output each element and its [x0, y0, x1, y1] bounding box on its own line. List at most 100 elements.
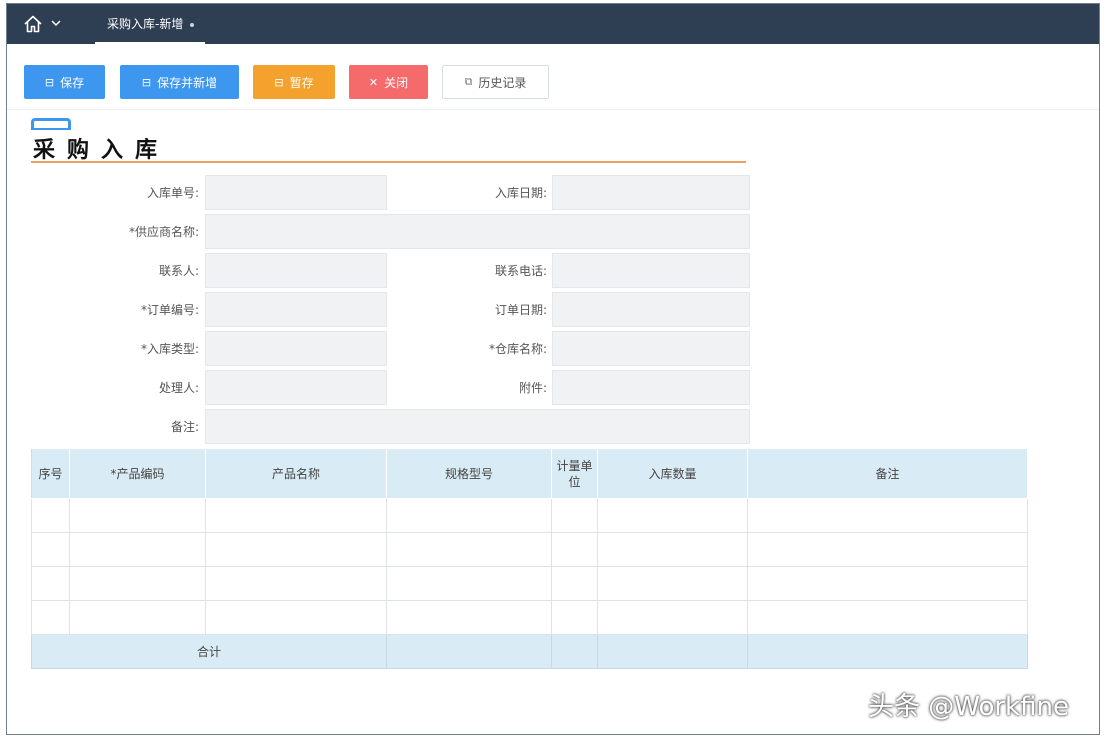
tab-modified-dot: [190, 23, 195, 27]
tab-purchase-inbound-new[interactable]: 采购入库-新增: [95, 4, 205, 44]
table-cell[interactable]: [747, 532, 1028, 567]
save-icon: ⊟: [274, 75, 284, 89]
history-icon: ⧉: [464, 75, 473, 88]
col-header-remark: 备注: [747, 448, 1028, 499]
table-cell[interactable]: [205, 498, 387, 533]
tab-label: 采购入库-新增: [107, 16, 184, 31]
table-cell[interactable]: [551, 498, 598, 533]
save-and-new-button-label: 保存并新增: [157, 75, 218, 90]
entry-date-field[interactable]: [552, 175, 750, 210]
table-cell[interactable]: [747, 566, 1028, 601]
toolbar: ⊟ 保存 ⊟ 保存并新增 ⊟ 暂存 ✕ 关闭 ⧉ 历史记录: [7, 44, 1099, 110]
contact-label: 联系人:: [158, 264, 199, 278]
table-cell[interactable]: [386, 532, 552, 567]
entry-date-label: 入库日期:: [494, 186, 547, 200]
entry-no-field[interactable]: [205, 175, 387, 210]
save-button-label: 保存: [60, 75, 85, 90]
table-row: [31, 498, 1028, 533]
table-cell[interactable]: [551, 566, 598, 601]
table-cell[interactable]: [386, 498, 552, 533]
table-cell[interactable]: [551, 532, 598, 567]
table-total-row: 合计: [31, 634, 1028, 669]
save-and-new-button[interactable]: ⊟ 保存并新增: [120, 65, 239, 99]
close-button[interactable]: ✕ 关闭: [349, 65, 428, 99]
close-icon: ✕: [368, 75, 379, 89]
handler-label: 处理人:: [158, 381, 199, 395]
order-no-field[interactable]: [205, 292, 387, 327]
title-decoration: [31, 118, 71, 130]
warehouse-field[interactable]: [552, 331, 750, 366]
table-cell[interactable]: [69, 532, 206, 567]
phone-field[interactable]: [552, 253, 750, 288]
col-header-spec: 规格型号: [386, 448, 552, 499]
total-cell: [597, 634, 748, 669]
app-window: 采购入库-新增 ⊟ 保存 ⊟ 保存并新增 ⊟ 暂存 ✕ 关闭 ⧉ 历史记录 采购…: [6, 3, 1100, 735]
table-cell[interactable]: [205, 532, 387, 567]
page-title: 采购入库: [33, 138, 170, 163]
close-button-label: 关闭: [384, 75, 409, 90]
table-cell[interactable]: [551, 600, 598, 635]
total-cell: [747, 634, 1028, 669]
save-icon: ⊟: [141, 75, 152, 89]
table-cell[interactable]: [597, 498, 748, 533]
table-cell[interactable]: [386, 566, 552, 601]
warehouse-label: *仓库名称:: [488, 342, 547, 356]
table-cell[interactable]: [205, 566, 387, 601]
table-row: [31, 532, 1028, 567]
total-cell: [386, 634, 552, 669]
table-cell[interactable]: [69, 600, 206, 635]
table-cell[interactable]: [597, 532, 748, 567]
table-cell[interactable]: [205, 600, 387, 635]
col-header-product-name: 产品名称: [205, 448, 387, 499]
entry-type-field[interactable]: [205, 331, 387, 366]
table-cell[interactable]: [31, 498, 70, 533]
col-header-product-code: *产品编码: [69, 448, 206, 499]
watermark: 头条 @Workfine: [868, 692, 1069, 722]
table-cell[interactable]: [31, 600, 70, 635]
entry-no-label: 入库单号:: [146, 186, 199, 200]
col-header-seq: 序号: [31, 448, 70, 499]
col-header-unit: 计量单位: [551, 448, 598, 499]
total-label: 合计: [31, 634, 387, 669]
table-row: [31, 566, 1028, 601]
entry-type-label: *入库类型:: [140, 342, 199, 356]
history-button[interactable]: ⧉ 历史记录: [442, 65, 549, 99]
purchase-inbound-form: 采购入库 入库单号: 入库日期: *供应商名称: 联系人: 联系电话: *订单编…: [23, 110, 1075, 734]
title-divider: [31, 161, 746, 163]
contact-field[interactable]: [205, 253, 387, 288]
content-area: 采购入库 入库单号: 入库日期: *供应商名称: 联系人: 联系电话: *订单编…: [23, 110, 1075, 734]
phone-label: 联系电话:: [494, 264, 547, 278]
save-icon: ⊟: [44, 75, 55, 89]
table-row: [31, 600, 1028, 635]
attachment-field[interactable]: [552, 370, 750, 405]
product-table: 序号 *产品编码 产品名称 规格型号 计量单位 入库数量 备注 合计: [31, 448, 1028, 669]
order-date-field[interactable]: [552, 292, 750, 327]
save-button[interactable]: ⊟ 保存: [24, 65, 105, 99]
attachment-label: 附件:: [518, 381, 547, 395]
table-cell[interactable]: [747, 498, 1028, 533]
draft-button[interactable]: ⊟ 暂存: [253, 65, 335, 99]
supplier-label: *供应商名称:: [128, 225, 199, 239]
table-cell[interactable]: [69, 498, 206, 533]
handler-field[interactable]: [205, 370, 387, 405]
remark-label: 备注:: [170, 420, 199, 434]
col-header-quantity: 入库数量: [597, 448, 748, 499]
history-button-label: 历史记录: [478, 75, 527, 90]
top-navigation-bar: 采购入库-新增: [7, 4, 1099, 44]
remark-field[interactable]: [205, 409, 750, 444]
table-cell[interactable]: [31, 566, 70, 601]
table-header-row: 序号 *产品编码 产品名称 规格型号 计量单位 入库数量 备注: [31, 448, 1028, 499]
chevron-down-icon[interactable]: [50, 17, 62, 29]
table-cell[interactable]: [386, 600, 552, 635]
table-cell[interactable]: [597, 566, 748, 601]
table-cell[interactable]: [69, 566, 206, 601]
table-cell[interactable]: [747, 600, 1028, 635]
total-cell: [551, 634, 598, 669]
table-cell[interactable]: [597, 600, 748, 635]
supplier-field[interactable]: [205, 214, 750, 249]
table-cell[interactable]: [31, 532, 70, 567]
draft-button-label: 暂存: [289, 75, 314, 90]
order-date-label: 订单日期:: [494, 303, 547, 317]
order-no-label: *订单编号:: [140, 303, 199, 317]
home-icon[interactable]: [22, 13, 44, 35]
